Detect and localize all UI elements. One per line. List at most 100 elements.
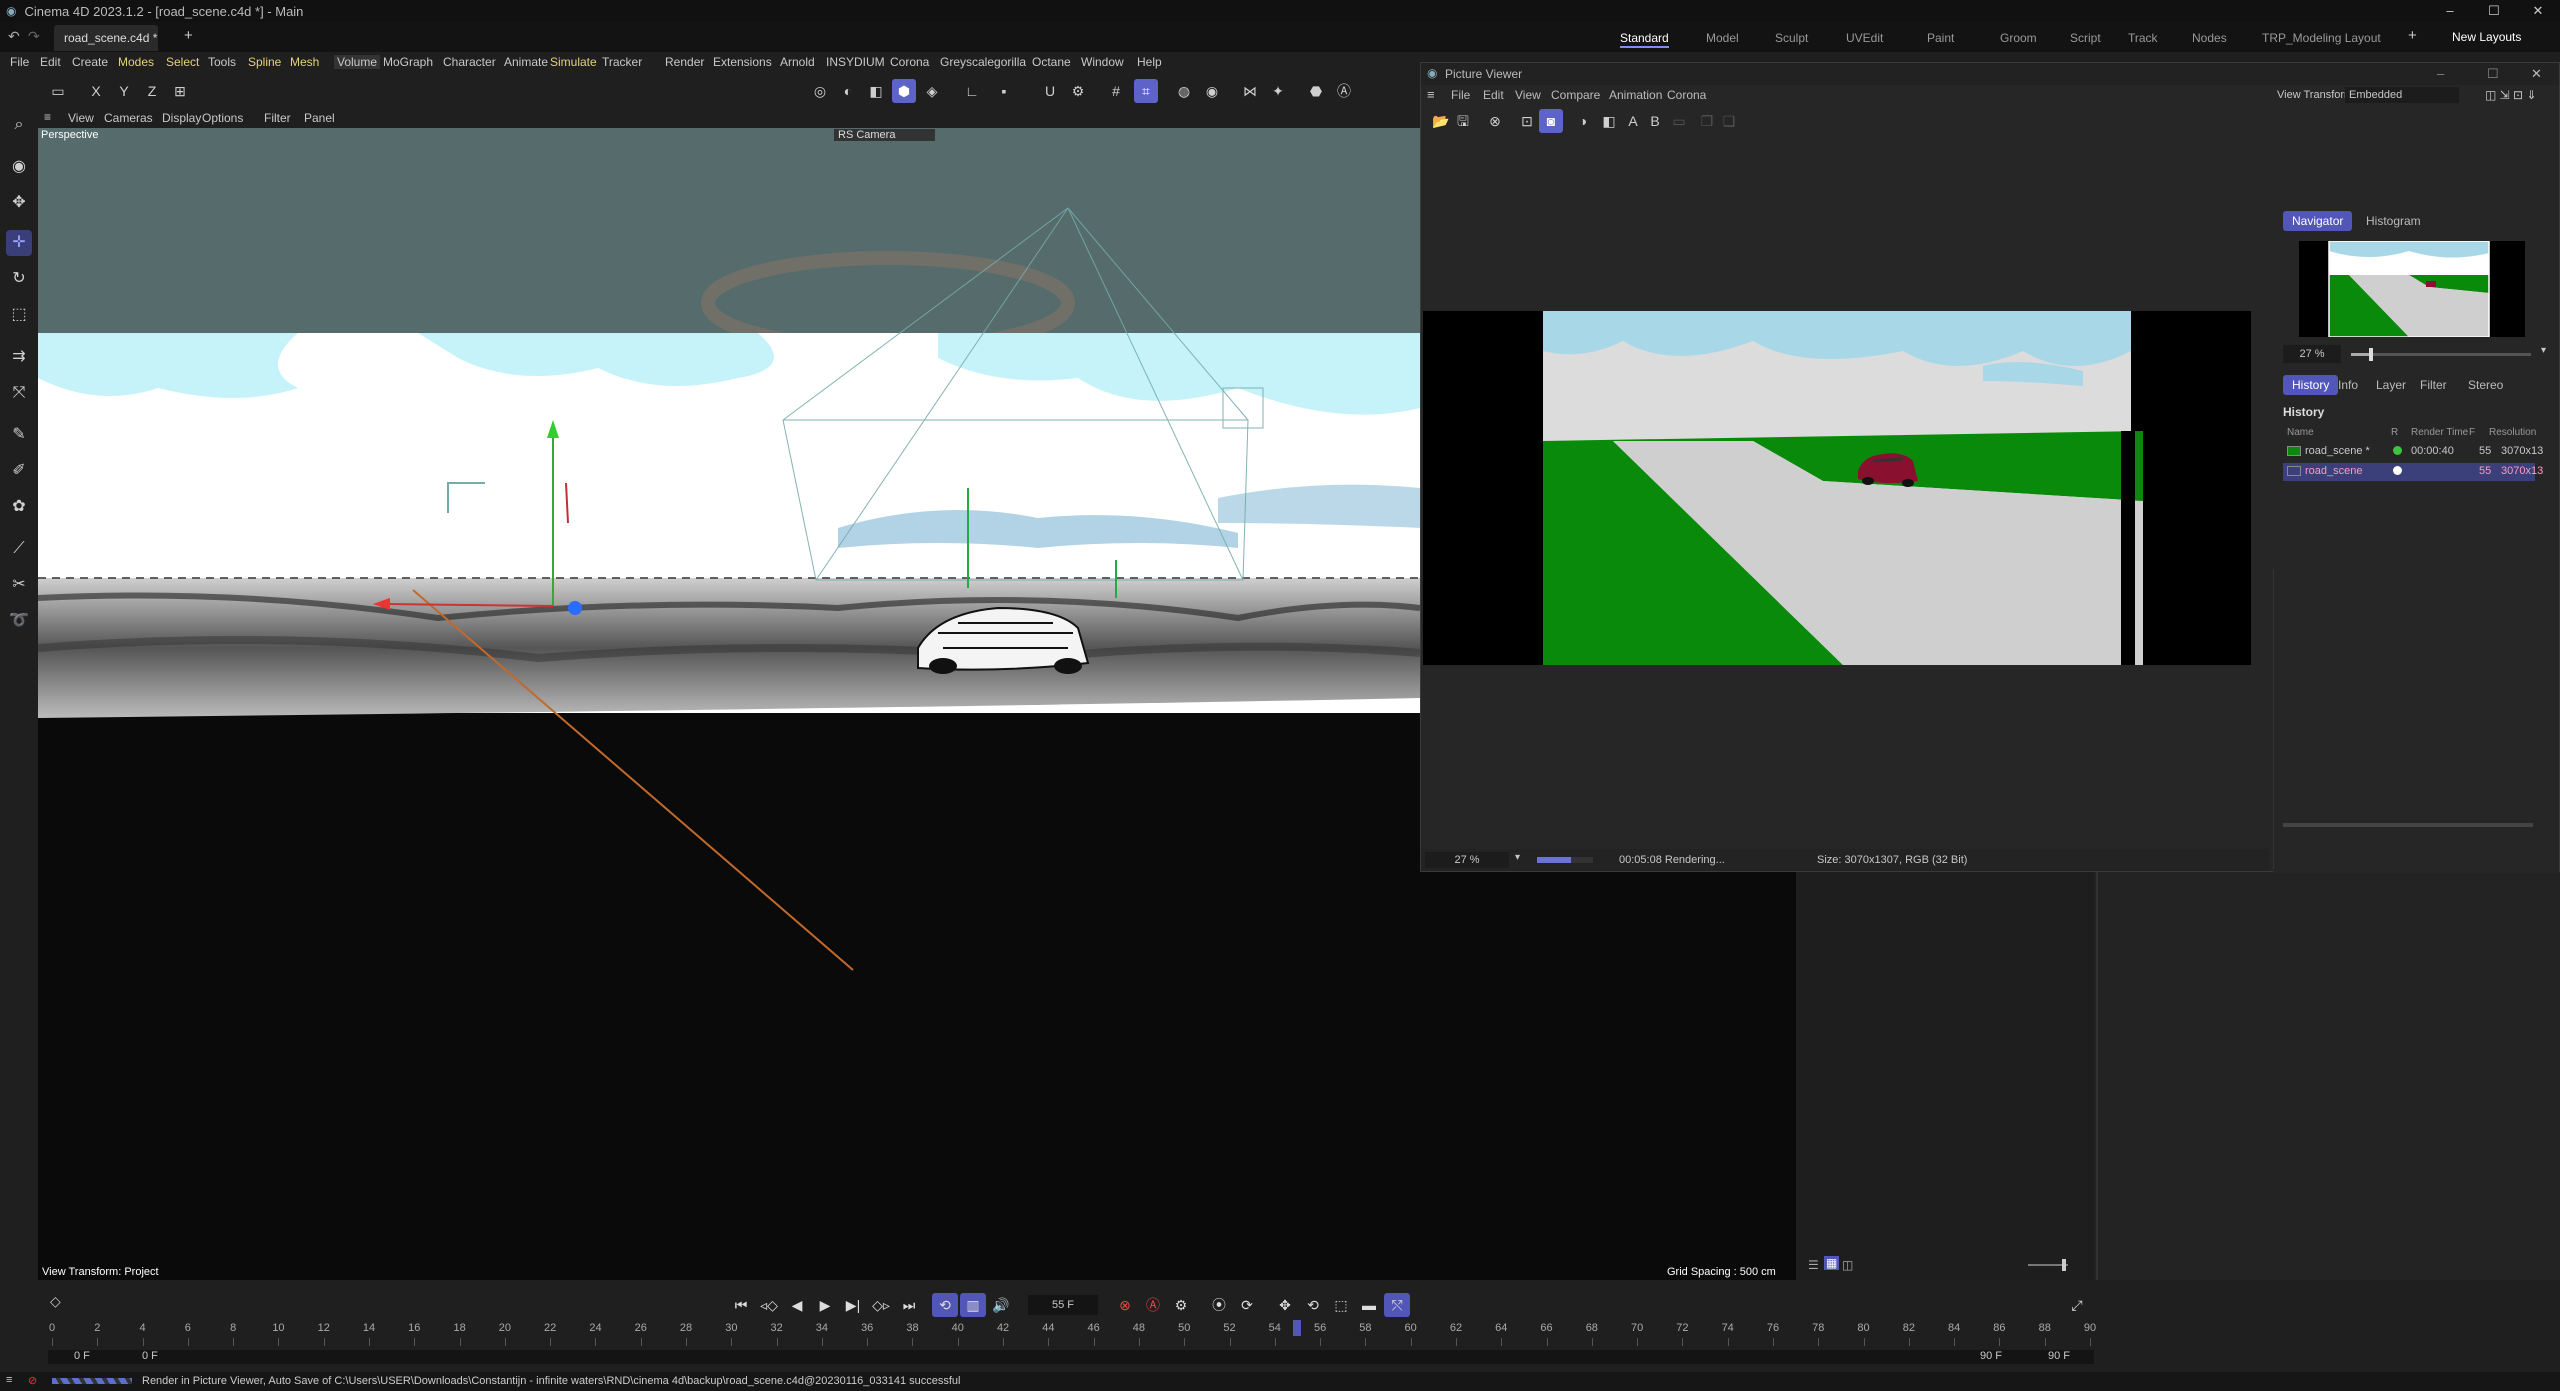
- pv-menu-view[interactable]: View: [1515, 88, 1541, 102]
- pv-menu-corona[interactable]: Corona: [1667, 88, 1706, 102]
- layout-tab-standard[interactable]: Standard: [1620, 28, 1669, 48]
- layout-tab-sculpt[interactable]: Sculpt: [1775, 28, 1808, 48]
- loop-button[interactable]: ⟲: [932, 1293, 958, 1317]
- menu-octane[interactable]: Octane: [1032, 55, 1071, 69]
- viewport-menu-icon[interactable]: ≡: [44, 110, 51, 124]
- rotate-key-icon[interactable]: ⟲: [1300, 1293, 1326, 1317]
- col-frame[interactable]: F: [2469, 427, 2475, 438]
- menu-create[interactable]: Create: [72, 55, 108, 69]
- sculpt-brush-icon[interactable]: ⟋: [6, 536, 32, 562]
- z-axis-lock-icon[interactable]: Z: [140, 79, 164, 103]
- next-key-button[interactable]: ◇▹: [868, 1293, 894, 1317]
- menu-insydium[interactable]: INSYDIUM: [826, 55, 885, 69]
- menu-window[interactable]: Window: [1081, 55, 1124, 69]
- pv-zoom-field[interactable]: 27 %: [1425, 852, 1509, 868]
- menu-arnold[interactable]: Arnold: [780, 55, 815, 69]
- object-mode-icon[interactable]: ▭: [46, 79, 70, 103]
- menu-help[interactable]: Help: [1137, 55, 1162, 69]
- light-settings-icon[interactable]: ✦: [1266, 79, 1290, 103]
- range-start-field[interactable]: 0 F: [74, 1350, 90, 1362]
- rotate-tool-icon[interactable]: ↻: [6, 266, 32, 292]
- play-button[interactable]: ▶: [812, 1293, 838, 1317]
- compare-icon[interactable]: ◧: [1597, 109, 1621, 133]
- pv-menu-icon[interactable]: ≡: [1427, 87, 1435, 102]
- paste-icon[interactable]: ❏: [1717, 109, 1741, 133]
- menu-greyscalegorilla[interactable]: Greyscalegorilla: [940, 55, 1026, 69]
- next-frame-button[interactable]: ▶|: [840, 1293, 866, 1317]
- grid-icon[interactable]: #: [1104, 79, 1128, 103]
- copy-icon[interactable]: ❐: [1695, 109, 1719, 133]
- layout-tab-uvedit[interactable]: UVEdit: [1846, 28, 1883, 48]
- render-region-icon[interactable]: ◉: [1200, 79, 1224, 103]
- add-layout-button[interactable]: +: [2408, 27, 2417, 44]
- layout-tab-groom[interactable]: Groom: [2000, 28, 2037, 48]
- pv-menu-compare[interactable]: Compare: [1551, 88, 1600, 102]
- document-tab[interactable]: road_scene.c4d *: [54, 25, 158, 51]
- menu-file[interactable]: File: [10, 55, 29, 69]
- a-icon[interactable]: A: [1621, 109, 1645, 133]
- points-mode-icon[interactable]: ◎: [808, 79, 832, 103]
- render-canvas[interactable]: [1423, 311, 2251, 665]
- pv-maximize-button[interactable]: ☐: [2487, 66, 2499, 82]
- zoom-slider[interactable]: [2351, 348, 2531, 361]
- scale-key-icon[interactable]: ⬚: [1328, 1293, 1354, 1317]
- symmetry-icon[interactable]: ⋈: [1238, 79, 1262, 103]
- tab-navigator[interactable]: Navigator: [2283, 211, 2353, 231]
- timeline-expand-icon[interactable]: ⤢: [2064, 1293, 2090, 1317]
- col-render-time[interactable]: Render Time: [2411, 427, 2468, 438]
- pla-key-icon[interactable]: ⤲: [1384, 1293, 1410, 1317]
- maximize-button[interactable]: ☐: [2472, 0, 2516, 22]
- col-resolution[interactable]: Resolution: [2489, 427, 2536, 438]
- menu-modes[interactable]: Modes: [118, 55, 154, 69]
- menu-edit[interactable]: Edit: [40, 55, 61, 69]
- goto-end-button[interactable]: ⏭: [896, 1293, 922, 1317]
- layout-tab-nodes[interactable]: Nodes: [2192, 28, 2227, 48]
- menu-corona[interactable]: Corona: [890, 55, 929, 69]
- preview-range-button[interactable]: ▥: [960, 1293, 986, 1317]
- pv-menu-edit[interactable]: Edit: [1483, 88, 1504, 102]
- tab-info[interactable]: Info: [2329, 375, 2367, 395]
- history-row[interactable]: road_scene * 00:00:40 55 3070x13: [2283, 443, 2543, 461]
- redshift-icon[interactable]: ⬣: [1304, 79, 1328, 103]
- list-view-icon[interactable]: ☰: [1808, 1258, 1819, 1272]
- viewport-menu-filter[interactable]: Filter: [264, 111, 291, 125]
- layout-tab-script[interactable]: Script: [2070, 28, 2101, 48]
- menu-tools[interactable]: Tools: [208, 55, 236, 69]
- col-r[interactable]: R: [2391, 427, 2398, 438]
- preview-end-field[interactable]: 90 F: [1980, 1350, 2002, 1362]
- polygons-mode-icon[interactable]: ◧: [864, 79, 888, 103]
- range-end-field[interactable]: 90 F: [2048, 1350, 2070, 1362]
- menu-icon[interactable]: ≡: [6, 1374, 12, 1386]
- preview-start-field[interactable]: 0 F: [142, 1350, 158, 1362]
- viewport-menu-options[interactable]: Options: [202, 111, 243, 125]
- model-mode-icon[interactable]: ⬢: [892, 79, 916, 103]
- select-tool-icon[interactable]: ◉: [6, 154, 32, 180]
- prev-frame-button[interactable]: ◀: [784, 1293, 810, 1317]
- lasso-tool-icon[interactable]: ➰: [6, 608, 32, 634]
- menu-mograph[interactable]: MoGraph: [383, 55, 433, 69]
- uv-mode-icon[interactable]: ◈: [920, 79, 944, 103]
- region-icon[interactable]: ⊡: [1515, 109, 1539, 133]
- channel-icon[interactable]: ◑: [1571, 109, 1595, 133]
- col-name[interactable]: Name: [2287, 427, 2314, 438]
- layout-tab-paint[interactable]: Paint: [1927, 28, 1954, 48]
- snap-settings-icon[interactable]: ⚙: [1066, 79, 1090, 103]
- zoom-value[interactable]: 27 %: [2283, 345, 2341, 363]
- keyframe-icon[interactable]: ◇: [50, 1293, 61, 1310]
- pv-menu-animation[interactable]: Animation: [1609, 88, 1662, 102]
- redo-icon[interactable]: ↷: [28, 28, 40, 45]
- pv-close-button[interactable]: ✕: [2531, 66, 2542, 82]
- axis-mode-icon[interactable]: ∟: [960, 79, 984, 103]
- search-icon[interactable]: ⌕: [6, 112, 32, 138]
- paint-tool-icon[interactable]: ✐: [6, 458, 32, 484]
- prev-key-button[interactable]: ◃◇: [756, 1293, 782, 1317]
- arnold-icon[interactable]: Ⓐ: [1332, 79, 1356, 103]
- minimize-button[interactable]: –: [2428, 0, 2472, 22]
- b-icon[interactable]: B: [1643, 109, 1667, 133]
- goto-start-button[interactable]: ⏮: [728, 1293, 754, 1317]
- tab-histogram[interactable]: Histogram: [2357, 211, 2430, 231]
- history-scrollbar[interactable]: [2283, 823, 2533, 827]
- menu-mesh[interactable]: Mesh: [290, 55, 319, 69]
- layout-icons[interactable]: ◫ ⇲ ⊡ ⇓: [2485, 88, 2537, 102]
- brush-icon[interactable]: ✿: [6, 494, 32, 520]
